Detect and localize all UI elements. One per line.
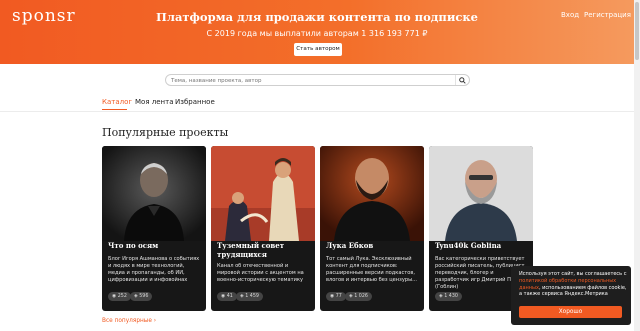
- project-title: Туземный совет трудящихся: [217, 241, 285, 259]
- hero-subtitle: С 2019 года мы выплатили авторам 1 316 1…: [206, 29, 428, 38]
- all-popular-link[interactable]: Все популярные ›: [102, 318, 156, 324]
- tabs-divider: [0, 111, 634, 112]
- cookie-banner: Используя этот сайт, вы соглашаетесь с п…: [511, 266, 631, 325]
- project-description: Канал об отечественной и мировой истории…: [217, 263, 304, 283]
- project-title: Лука Ебков: [326, 241, 374, 250]
- tab-catalog[interactable]: Каталог: [102, 98, 132, 106]
- project-title: Tynu40k Goblina: [435, 241, 502, 250]
- login-link[interactable]: Вход: [561, 11, 579, 19]
- project-card[interactable]: Что по осям Блог Игоря Ашманова о событи…: [102, 146, 206, 311]
- posts-badge: ◈ 1 459: [236, 292, 263, 301]
- cookie-accept-button[interactable]: Хорошо: [519, 306, 622, 318]
- search-bar: [165, 74, 470, 86]
- section-title: Популярные проекты: [102, 126, 229, 139]
- project-card[interactable]: Лука Ебков Тот самый Лука. Эксклюзивный …: [320, 146, 424, 311]
- tab-my-feed[interactable]: Моя лента: [135, 98, 173, 106]
- project-cover-image: [320, 146, 424, 241]
- project-cover-image: [429, 146, 533, 241]
- subscribers-badge: ◉ 41: [217, 292, 237, 301]
- active-tab-indicator: [102, 109, 127, 110]
- search-icon: [459, 76, 466, 84]
- posts-badge: ◈ 1 026: [345, 292, 372, 301]
- tab-favorites[interactable]: Избранное: [175, 98, 215, 106]
- hero-banner: sponsr Платформа для продажи контента по…: [0, 0, 634, 64]
- project-cover-image: [102, 146, 206, 241]
- project-card[interactable]: Туземный совет трудящихся Канал об отече…: [211, 146, 315, 311]
- subscribers-badge: ◉ 77: [326, 292, 346, 301]
- become-author-button[interactable]: Стать автором: [294, 43, 342, 56]
- register-link[interactable]: Регистрация: [584, 11, 631, 19]
- search-button[interactable]: [455, 75, 469, 85]
- hero-title: Платформа для продажи контента по подпис…: [156, 10, 478, 24]
- project-cover-image: [211, 146, 315, 241]
- project-description: Тот самый Лука. Эксклюзивный контент для…: [326, 256, 417, 283]
- project-title: Что по осям: [108, 241, 159, 250]
- project-description: Блог Игоря Ашманова о событиях и людях в…: [108, 256, 200, 283]
- posts-badge: ◈ 1 430: [435, 292, 462, 301]
- subscribers-badge: ◉ 252: [108, 292, 131, 301]
- cookie-text: Используя этот сайт, вы соглашаетесь с п…: [519, 271, 627, 298]
- posts-badge: ◈ 596: [130, 292, 153, 301]
- search-input[interactable]: [171, 76, 451, 85]
- scrollbar-thumb[interactable]: [635, 2, 639, 60]
